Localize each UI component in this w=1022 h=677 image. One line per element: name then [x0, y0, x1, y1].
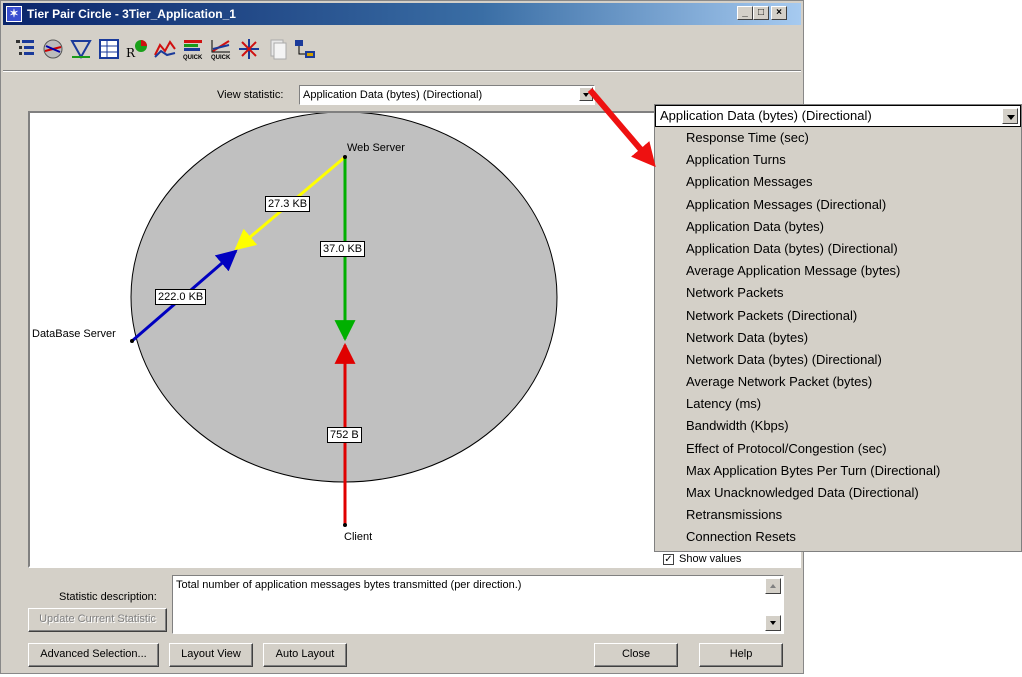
- auto-layout-button[interactable]: Auto Layout: [263, 643, 347, 667]
- statistic-description-box[interactable]: Total number of application messages byt…: [172, 575, 784, 634]
- minimize-button[interactable]: _: [737, 6, 753, 20]
- pages-icon[interactable]: [265, 37, 289, 61]
- dropdown-option[interactable]: Latency (ms): [655, 393, 1021, 415]
- view-statistic-select[interactable]: Application Data (bytes) (Directional): [299, 85, 595, 105]
- edge-label: 752 B: [327, 427, 362, 443]
- dropdown-option[interactable]: Max Unacknowledged Data (Directional): [655, 482, 1021, 504]
- dropdown-option[interactable]: Application Turns: [655, 149, 1021, 171]
- dropdown-selected[interactable]: Application Data (bytes) (Directional): [655, 105, 1021, 127]
- window-title: Tier Pair Circle - 3Tier_Application_1: [27, 7, 236, 21]
- view-statistic-label: View statistic:: [217, 89, 284, 101]
- dropdown-option[interactable]: Application Data (bytes): [655, 216, 1021, 238]
- dropdown-selected-value: Application Data (bytes) (Directional): [660, 108, 872, 123]
- edge-label: 222.0 KB: [155, 289, 207, 305]
- dropdown-option[interactable]: Application Messages: [655, 171, 1021, 193]
- dropdown-option[interactable]: Network Data (bytes): [655, 327, 1021, 349]
- rx-icon[interactable]: R: [125, 37, 149, 61]
- scroll-down-icon[interactable]: [765, 615, 781, 631]
- advanced-selection-button[interactable]: Advanced Selection...: [28, 643, 159, 667]
- dropdown-options: Response Time (sec) Application Turns Appl…: [655, 127, 1021, 549]
- annotation-arrow: [587, 88, 656, 168]
- update-current-statistic-button[interactable]: Update Current Statistic: [28, 608, 167, 632]
- node-client[interactable]: Client: [344, 531, 372, 543]
- layout-view-button[interactable]: Layout View: [169, 643, 253, 667]
- toolbar-separator: [3, 70, 801, 72]
- network-icon[interactable]: [41, 37, 65, 61]
- dropdown-option[interactable]: Bandwidth (Kbps): [655, 415, 1021, 437]
- dropdown-option[interactable]: Average Application Message (bytes): [655, 260, 1021, 282]
- triangle-chart-icon[interactable]: [69, 37, 93, 61]
- help-button[interactable]: Help: [699, 643, 783, 667]
- maximize-button[interactable]: □: [753, 6, 769, 20]
- dropdown-option[interactable]: Application Data (bytes) (Directional): [655, 238, 1021, 260]
- node-database-server[interactable]: DataBase Server: [32, 328, 116, 340]
- dropdown-option[interactable]: Max Application Bytes Per Turn (Directio…: [655, 460, 1021, 482]
- statistic-dropdown-expanded[interactable]: Application Data (bytes) (Directional) R…: [654, 104, 1022, 552]
- tree-view-icon[interactable]: [13, 37, 37, 61]
- quick-bars-icon[interactable]: QUICK: [181, 37, 205, 61]
- table-icon[interactable]: [97, 37, 121, 61]
- scroll-up-icon[interactable]: [765, 578, 781, 594]
- app-icon: ✶: [6, 6, 22, 22]
- show-values-checkbox[interactable]: ✓: [663, 554, 674, 565]
- star-icon[interactable]: [237, 37, 261, 61]
- dropdown-option[interactable]: Network Data (bytes) (Directional): [655, 349, 1021, 371]
- statistic-description-text: Total number of application messages byt…: [176, 579, 522, 591]
- view-statistic-value: Application Data (bytes) (Directional): [303, 89, 483, 101]
- close-button[interactable]: Close: [594, 643, 678, 667]
- close-window-button[interactable]: ×: [771, 6, 787, 20]
- show-values-label[interactable]: Show values: [679, 553, 741, 565]
- dropdown-option[interactable]: Application Messages (Directional): [655, 194, 1021, 216]
- dropdown-option[interactable]: Retransmissions: [655, 504, 1021, 526]
- dropdown-option[interactable]: Response Time (sec): [655, 127, 1021, 149]
- statistic-description-label: Statistic description:: [59, 591, 157, 603]
- svg-text:QUICK: QUICK: [211, 55, 231, 61]
- dropdown-option[interactable]: Effect of Protocol/Congestion (sec): [655, 438, 1021, 460]
- dropdown-option[interactable]: Network Packets: [655, 282, 1021, 304]
- edge-label: 27.3 KB: [265, 196, 311, 212]
- topology-icon[interactable]: [293, 37, 317, 61]
- line-graph-icon[interactable]: [153, 37, 177, 61]
- node-dot: [343, 155, 347, 159]
- dropdown-option[interactable]: Average Network Packet (bytes): [655, 371, 1021, 393]
- node-dot: [343, 523, 347, 527]
- svg-text:QUICK: QUICK: [183, 55, 203, 61]
- node-web-server[interactable]: Web Server: [347, 142, 405, 154]
- title-bar[interactable]: ✶ Tier Pair Circle - 3Tier_Application_1…: [3, 3, 801, 25]
- quick-chart-icon[interactable]: QUICK: [209, 37, 233, 61]
- edge-label: 37.0 KB: [320, 241, 366, 257]
- svg-text:R: R: [126, 46, 136, 60]
- node-dot: [130, 339, 134, 343]
- dropdown-option[interactable]: Network Packets (Directional): [655, 305, 1021, 327]
- dropdown-option[interactable]: Connection Resets: [655, 526, 1021, 548]
- chevron-down-icon[interactable]: [1002, 108, 1018, 124]
